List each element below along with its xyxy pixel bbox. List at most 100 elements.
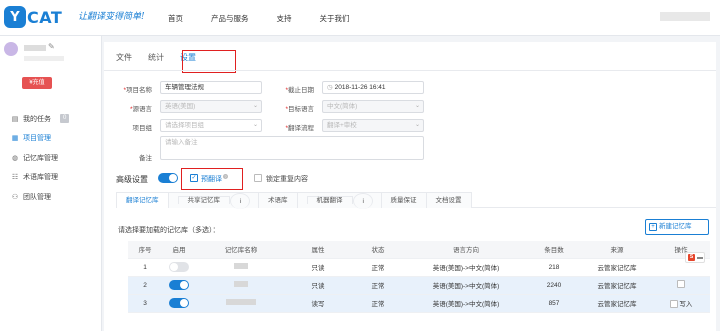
source-lang-select[interactable]: 英语(美国) ⌄	[160, 100, 262, 113]
workflow-label: *翻译流程	[285, 125, 314, 132]
project-group-select[interactable]: 请选择项目组 ⌄	[160, 119, 262, 132]
col-attr: 属性	[286, 241, 350, 259]
sidebar-item-team-management[interactable]: ⚇ 团队管理	[10, 187, 69, 207]
enable-toggle[interactable]	[169, 262, 189, 272]
memory-name	[234, 281, 248, 287]
ime-menu-icon	[697, 257, 703, 259]
user-info	[24, 56, 64, 61]
row-count: 857	[526, 294, 582, 313]
pretranslate-label: 预翻译?	[201, 174, 228, 183]
new-memory-button[interactable]: + 新建记忆库	[645, 219, 709, 235]
table-row[interactable]: 2 只读 正常 英语(美国)->中文(简体) 2240 云管家记忆库	[128, 276, 710, 295]
tab-shared-memory[interactable]: 共享记忆库 i	[167, 192, 259, 209]
nav-home[interactable]: 首页	[168, 13, 183, 24]
pretranslate-checkbox[interactable]: ✓	[190, 174, 198, 182]
info-icon: i	[352, 193, 373, 209]
recharge-button[interactable]: ¥充值	[22, 77, 52, 89]
row-status: 正常	[350, 258, 406, 277]
tab-files[interactable]: 文件	[116, 52, 132, 63]
user-area[interactable]	[660, 12, 710, 21]
chevron-down-icon: ⌄	[252, 103, 258, 109]
logo[interactable]: Y CAT	[4, 6, 62, 28]
avatar[interactable]	[4, 42, 18, 56]
row-count: 218	[526, 258, 582, 277]
sidebar-item-term-management[interactable]: ☷ 术语库管理	[10, 168, 69, 188]
row-attr: 读写	[286, 294, 350, 313]
clock-icon: ◷	[327, 84, 333, 91]
target-lang-label: *目标语言	[285, 106, 314, 113]
help-icon[interactable]: ?	[223, 174, 228, 179]
sidebar-item-project-management[interactable]: ▦ 项目管理	[10, 129, 69, 149]
enable-toggle[interactable]	[169, 298, 189, 308]
tab-machine-translation[interactable]: 机器翻译 i	[296, 192, 382, 209]
top-bar: Y CAT 让翻译变得简单! 首页 产品与服务 支持 关于我们	[0, 0, 720, 36]
edit-icon[interactable]: ✎	[48, 42, 55, 51]
chevron-down-icon: ⌄	[414, 103, 420, 109]
row-count: 2240	[526, 276, 582, 295]
advanced-settings-toggle[interactable]	[158, 173, 178, 183]
table-header: 序号 启用 记忆库名称 属性 状态 语言方向 条目数 来源 操作	[128, 241, 710, 259]
project-icon: ▦	[11, 135, 19, 143]
team-icon: ⚇	[11, 193, 19, 201]
memory-name	[226, 299, 256, 305]
tab-document-settings[interactable]: 文档设置	[425, 192, 472, 208]
table-row[interactable]: 1 只读 正常 英语(美国)->中文(简体) 218 云管家记忆库	[128, 258, 710, 277]
enable-toggle[interactable]	[169, 280, 189, 290]
sidebar: ✎ ¥充值 ▤ 我的任务 0 ▦ 项目管理 ◍ 记忆库管理 ☷ 术语库管理 ⚇ …	[0, 36, 102, 331]
write-label: 写入	[679, 300, 693, 308]
col-status: 状态	[350, 241, 406, 259]
sidebar-item-memory-management[interactable]: ◍ 记忆库管理	[10, 148, 69, 168]
ime-icon: S	[688, 254, 695, 261]
task-count-badge: 0	[60, 114, 70, 124]
row-source: 云管家记忆库	[582, 276, 652, 295]
target-lang-select[interactable]: 中文(简体) ⌄	[322, 100, 424, 113]
row-action-checkbox[interactable]	[677, 280, 685, 288]
logo-text: CAT	[27, 7, 63, 27]
lock-repeat-checkbox[interactable]	[254, 174, 262, 182]
row-actions	[652, 276, 710, 295]
main-nav: 首页 产品与服务 支持 关于我们	[168, 13, 378, 24]
tab-translation-memory[interactable]: 翻译记忆库	[116, 192, 169, 208]
ime-toolbar[interactable]: S	[685, 252, 705, 263]
workflow-select[interactable]: 翻译+审校 ⌄	[322, 119, 424, 132]
col-source: 来源	[582, 241, 652, 259]
tab-termbase[interactable]: 术语库	[258, 192, 298, 208]
note-textarea[interactable]: 请输入备注	[160, 136, 424, 160]
source-lang-label: *源语言	[129, 106, 152, 113]
col-count: 条目数	[526, 241, 582, 259]
project-name-input[interactable]: 车辆管理法规	[160, 81, 262, 94]
project-group-label: 项目组	[132, 125, 153, 132]
deadline-input[interactable]: ◷ 2018-11-26 16:41	[322, 81, 424, 94]
slogan: 让翻译变得简单!	[78, 12, 145, 22]
chevron-down-icon: ⌄	[252, 122, 258, 128]
nav-support[interactable]: 支持	[277, 13, 292, 24]
row-direction: 英语(美国)->中文(简体)	[406, 294, 526, 313]
sidebar-item-my-tasks[interactable]: ▤ 我的任务 0	[10, 109, 70, 129]
tab-statistics[interactable]: 统计	[148, 52, 164, 63]
row-index: 1	[128, 258, 162, 277]
tab-divider	[104, 70, 716, 71]
nav-about[interactable]: 关于我们	[320, 13, 350, 24]
row-status: 正常	[350, 276, 406, 295]
sidebar-item-label: 项目管理	[23, 135, 51, 143]
write-checkbox[interactable]	[669, 300, 678, 309]
row-direction: 英语(美国)->中文(简体)	[406, 276, 526, 295]
project-name-label: *项目名称	[123, 87, 152, 94]
advanced-settings-label: 高级设置	[116, 175, 148, 184]
sidebar-item-label: 团队管理	[23, 193, 51, 201]
sidebar-item-label: 我的任务	[23, 115, 51, 123]
task-icon: ▤	[11, 115, 19, 123]
table-row[interactable]: 3 读写 正常 英语(美国)->中文(简体) 857 云管家记忆库 写入	[128, 294, 710, 313]
lock-repeat-label: 锁定重复内容	[266, 176, 308, 183]
row-direction: 英语(美国)->中文(简体)	[406, 258, 526, 277]
term-icon: ☷	[11, 174, 19, 182]
memory-name	[234, 263, 248, 269]
tab-quality-assurance[interactable]: 质量保证	[380, 192, 427, 208]
main-panel: 文件 统计 设置 *项目名称 车辆管理法规 *截止日期 ◷ 2018-11-26 …	[104, 42, 716, 331]
nav-products[interactable]: 产品与服务	[211, 13, 249, 24]
col-direction: 语言方向	[406, 241, 526, 259]
row-index: 2	[128, 276, 162, 295]
note-label: 备注	[139, 155, 152, 162]
sidebar-item-label: 术语库管理	[23, 174, 58, 182]
row-status: 正常	[350, 294, 406, 313]
